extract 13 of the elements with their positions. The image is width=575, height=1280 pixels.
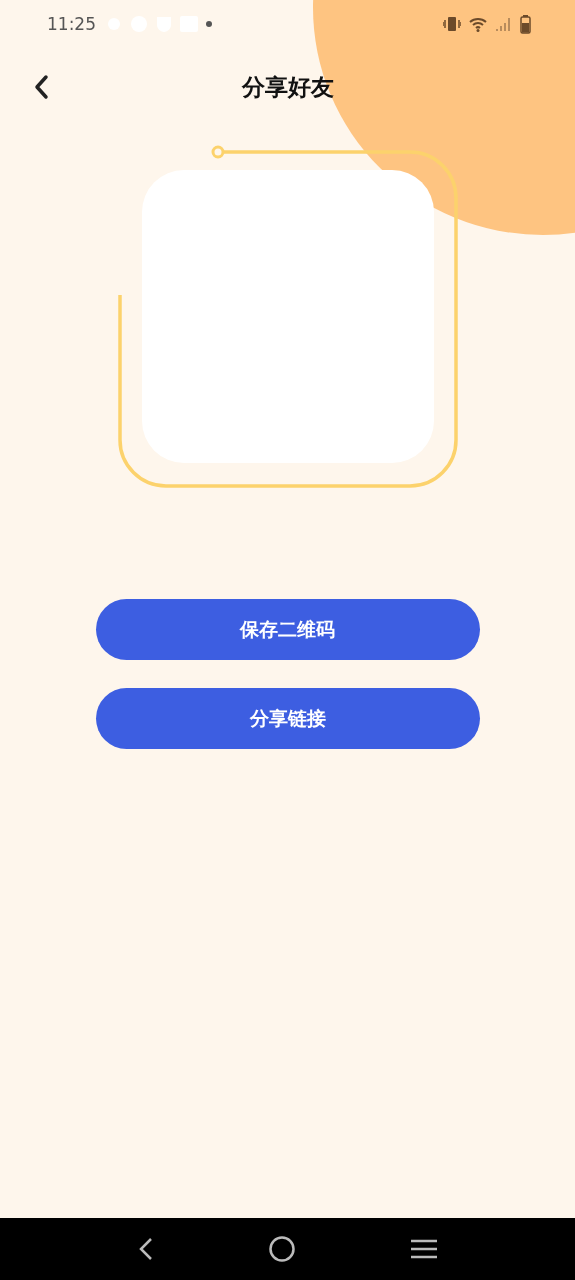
- back-icon[interactable]: [137, 1237, 154, 1261]
- menu-icon[interactable]: [411, 1239, 438, 1259]
- vibrate-icon: [443, 16, 461, 32]
- back-icon: [33, 74, 49, 100]
- action-button[interactable]: 保存二维码: [95, 599, 480, 660]
- status-time: 11:25: [47, 14, 96, 34]
- signal-icon: [495, 16, 512, 32]
- dot-icon: [206, 21, 212, 27]
- wifi-icon: [469, 16, 487, 32]
- page-title: 分享好友: [241, 72, 334, 102]
- action-button[interactable]: 分享链接: [95, 688, 480, 749]
- home-icon[interactable]: [269, 1236, 296, 1262]
- battery-icon: [520, 14, 531, 34]
